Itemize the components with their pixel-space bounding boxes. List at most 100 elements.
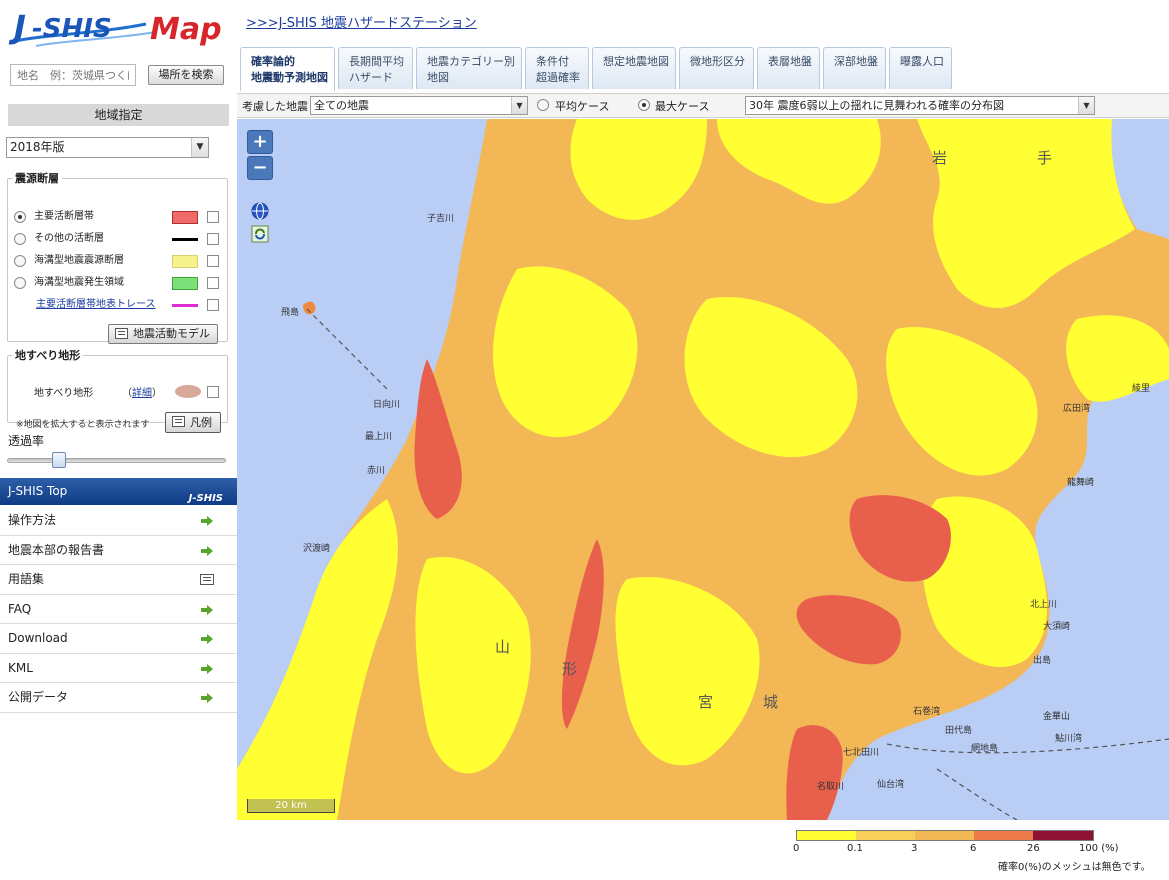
- nav-label: 公開データ: [8, 690, 69, 704]
- layer-radio[interactable]: [14, 277, 26, 289]
- ramp-segment-3: [974, 831, 1033, 840]
- map-label-yama: 山: [495, 638, 523, 656]
- layer-row-trench-zone[interactable]: 海溝型地震発生領域: [14, 274, 222, 292]
- avg-case-radio[interactable]: [537, 99, 549, 111]
- version-select-value: 2018年版: [10, 140, 65, 154]
- considered-label: 考慮した地震: [242, 100, 308, 113]
- search-input[interactable]: [10, 64, 136, 86]
- layer-row-other-fault[interactable]: その他の活断層: [14, 230, 222, 248]
- chevron-down-icon: ▼: [511, 97, 527, 114]
- hazard-map[interactable]: 岩 手 子吉川 飛島 日向川 最上川 赤川 広田湾 龍舞崎 北上川 大須崎 出島…: [237, 119, 1169, 820]
- nav-label: Download: [8, 631, 68, 645]
- nav-item-faq[interactable]: FAQ: [0, 595, 237, 624]
- nav-item-operation[interactable]: 操作方法: [0, 506, 237, 536]
- nav-item-kml[interactable]: KML: [0, 654, 237, 683]
- map-label-ryori: 綾里: [1132, 384, 1151, 394]
- arrow-icon: [201, 693, 213, 703]
- tab-landform[interactable]: 微地形区分: [679, 47, 754, 89]
- map-label-hyugagawa: 日向川: [373, 400, 401, 410]
- tab-line1: 深部地盤: [834, 55, 878, 68]
- tab-conditional[interactable]: 条件付 超過確率: [525, 47, 589, 89]
- nav-item-reports[interactable]: 地震本部の報告書: [0, 536, 237, 565]
- zoom-in-button[interactable]: +: [247, 130, 273, 154]
- nav-item-glossary[interactable]: 用語集: [0, 565, 237, 595]
- max-case-label[interactable]: 最大ケース: [655, 98, 709, 114]
- seismic-model-button[interactable]: 地震活動モデル: [108, 324, 218, 344]
- layer-checkbox[interactable]: [207, 299, 219, 311]
- seismic-model-label: 地震活動モデル: [133, 327, 210, 340]
- tab-line1: 微地形区分: [690, 55, 745, 68]
- arrow-icon: [201, 516, 213, 526]
- legend-button[interactable]: 凡例: [165, 412, 221, 433]
- layer-row-trench-fault[interactable]: 海溝型地震震源断層: [14, 252, 222, 270]
- tab-deep[interactable]: 深部地盤: [823, 47, 886, 89]
- arrow-icon: [201, 663, 213, 674]
- arrow-icon: [201, 604, 213, 615]
- globe-icon[interactable]: [251, 202, 269, 220]
- avg-case-label[interactable]: 平均ケース: [555, 98, 609, 114]
- nav-item-open-data[interactable]: 公開データ: [0, 683, 237, 713]
- landslide-detail-link[interactable]: 詳細: [132, 388, 152, 399]
- considered-select-value: 全ての地震: [314, 99, 369, 112]
- svg-text:-SHIS: -SHIS: [32, 14, 112, 44]
- tab-line1: 想定地震地図: [603, 55, 669, 68]
- transparency-slider-handle[interactable]: [52, 452, 67, 468]
- sidebar: J -SHIS Map 場所を検索 地域指定 2018年版 ▼ 震源断層 主要活…: [0, 0, 237, 880]
- layer-radio[interactable]: [14, 233, 26, 245]
- max-case-radio[interactable]: [638, 99, 650, 111]
- layer-checkbox[interactable]: [207, 255, 219, 267]
- tab-exposure[interactable]: 曝露人口: [889, 47, 952, 89]
- jshis-top-bar[interactable]: J-SHIS Top J-SHIS: [0, 478, 237, 505]
- svg-text:J: J: [8, 8, 26, 46]
- layer-radio[interactable]: [14, 255, 26, 267]
- swatch-trench-zone: [172, 277, 198, 290]
- map-type-select[interactable]: 30年 震度6弱以上の揺れに見舞われる確率の分布図 ▼: [745, 96, 1095, 115]
- trace-link[interactable]: 主要活断層帯地表トレース: [36, 296, 156, 314]
- arrow-icon: [201, 545, 213, 556]
- layer-checkbox[interactable]: [207, 277, 219, 289]
- tab-line1: 条件付: [536, 55, 569, 68]
- layer-label: 海溝型地震震源断層: [34, 255, 124, 266]
- zoom-out-button[interactable]: −: [247, 156, 273, 180]
- landslide-note: ※地図を拡大すると表示されます: [16, 420, 150, 430]
- high-zone-tobishima: [303, 301, 316, 315]
- nav-item-download[interactable]: Download: [0, 624, 237, 654]
- map-label-tashirojima: 田代島: [945, 726, 973, 736]
- fault-panel: 震源断層 主要活断層帯 その他の活断層 海溝型地震震源断層 海溝型地震発生領域 …: [7, 170, 228, 344]
- tab-line2: 超過確率: [536, 71, 580, 84]
- refresh-icon[interactable]: [251, 225, 269, 243]
- map-label-nanakitagawa: 七北田川: [843, 748, 880, 758]
- tab-line2: 地震動予測地図: [251, 71, 328, 84]
- map-label-hirotawan: 広田湾: [1063, 404, 1091, 414]
- layer-checkbox[interactable]: [207, 233, 219, 245]
- search-button[interactable]: 場所を検索: [148, 65, 224, 85]
- jshis-logo[interactable]: J -SHIS Map: [6, 4, 230, 50]
- landslide-swatch: [175, 385, 201, 398]
- ramp-segment-1: [856, 831, 915, 840]
- high-zone-south-coast: [786, 725, 843, 820]
- swatch-trace: [172, 304, 198, 307]
- ramp-tick: 100 (%): [1079, 843, 1119, 854]
- chevron-down-icon: ▼: [191, 138, 208, 157]
- nav-label: 地震本部の報告書: [8, 542, 105, 557]
- map-label-akagawa: 赤川: [367, 466, 386, 476]
- ramp-tick: 3: [911, 843, 918, 854]
- considered-select[interactable]: 全ての地震 ▼: [310, 96, 528, 115]
- landslide-detail: （詳細）: [122, 384, 162, 399]
- layer-row-major-fault[interactable]: 主要活断層帯: [14, 208, 222, 226]
- transparency-slider-track[interactable]: [7, 458, 226, 463]
- ramp-tick: 26: [1027, 843, 1040, 854]
- ramp-segment-4: [1033, 831, 1093, 840]
- layer-label: 主要活断層帯: [34, 211, 94, 222]
- station-link[interactable]: >>>J-SHIS 地震ハザードステーション: [246, 12, 477, 31]
- tab-scenario[interactable]: 想定地震地図: [592, 47, 676, 89]
- tab-surface[interactable]: 表層地盤: [757, 47, 820, 89]
- tab-category[interactable]: 地震カテゴリー別 地図: [416, 47, 522, 89]
- version-select[interactable]: 2018年版 ▼: [6, 137, 209, 158]
- tab-long-term[interactable]: 長期間平均 ハザード: [338, 47, 413, 89]
- map-label-shiro: 城: [763, 693, 791, 711]
- tab-probabilistic[interactable]: 確率論的 地震動予測地図: [240, 47, 335, 91]
- layer-radio[interactable]: [14, 211, 26, 223]
- layer-checkbox[interactable]: [207, 211, 219, 223]
- landslide-checkbox[interactable]: [207, 386, 219, 398]
